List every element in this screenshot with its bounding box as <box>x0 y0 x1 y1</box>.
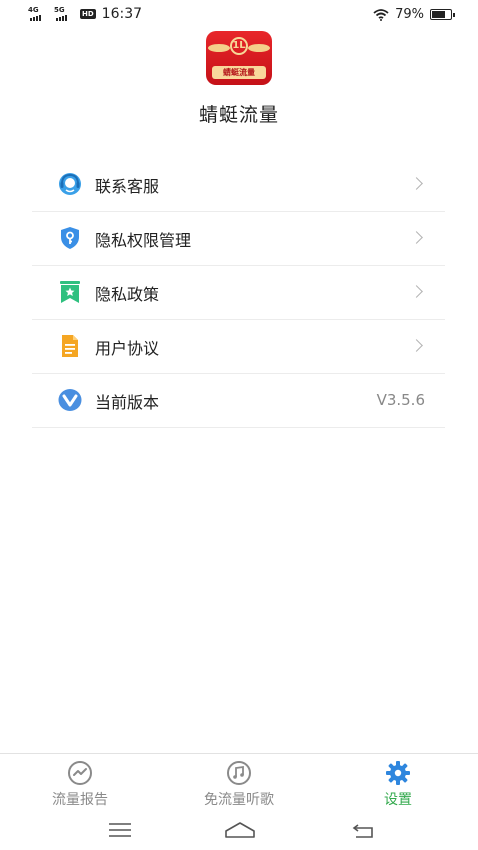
menu-item-current-version[interactable]: 当前版本 V3.5.6 <box>32 374 445 428</box>
logo-text: 蜻蜓流量 <box>212 66 266 79</box>
app-name: 蜻蜓流量 <box>198 104 279 126</box>
system-nav-bar <box>0 813 478 850</box>
menu-item-privacy-policy[interactable]: 隐私政策 <box>32 266 445 320</box>
back-icon[interactable] <box>350 819 378 841</box>
menu-item-label: 联系客服 <box>95 177 160 196</box>
battery-fill <box>432 11 445 18</box>
chevron-right-icon <box>410 339 423 352</box>
wifi-icon <box>373 8 389 21</box>
hd-badge: HD <box>80 9 96 19</box>
bookmark-star-icon <box>60 281 80 303</box>
settings-list: 联系客服 隐私权限管理 隐私政策 用户协议 当前版本 V3.5.6 <box>32 158 445 428</box>
status-time: 16:37 <box>101 6 143 22</box>
chart-circle-icon <box>68 761 92 785</box>
signal-4g-icon: 4G <box>28 6 50 21</box>
shield-key-icon <box>61 227 79 249</box>
chevron-right-icon <box>410 177 423 190</box>
logo-wing-left <box>208 44 230 52</box>
network-type-1: 4G <box>28 6 39 14</box>
logo-emblem: 1L <box>230 37 248 55</box>
tab-traffic-report[interactable]: 流量报告 <box>0 760 160 809</box>
status-bar: 4G 5G HD 16:37 79% <box>0 0 478 30</box>
logo-wing-right <box>248 44 270 52</box>
chevron-right-icon <box>410 285 423 298</box>
headset-icon <box>59 173 81 195</box>
chevron-right-icon <box>410 231 423 244</box>
status-left: 4G 5G HD 16:37 <box>28 6 142 22</box>
menu-lines-icon[interactable] <box>106 819 134 841</box>
menu-item-label: 用户协议 <box>95 339 160 358</box>
app-logo: 1L 蜻蜓流量 <box>206 31 272 85</box>
version-v-icon <box>58 389 82 411</box>
gear-icon <box>386 761 410 785</box>
menu-item-user-agreement[interactable]: 用户协议 <box>32 320 445 374</box>
version-value: V3.5.6 <box>376 391 425 409</box>
tab-label: 免流量听歌 <box>204 792 274 808</box>
document-icon <box>62 335 78 357</box>
network-type-2: 5G <box>54 6 65 14</box>
home-icon[interactable] <box>224 819 256 841</box>
tab-settings[interactable]: 设置 <box>318 760 478 809</box>
status-right: 79% <box>373 7 455 22</box>
bottom-nav: 流量报告 免流量听歌 设置 <box>0 753 478 814</box>
signal-5g-icon: 5G <box>54 6 76 21</box>
tab-label: 流量报告 <box>52 792 108 808</box>
menu-item-contact-support[interactable]: 联系客服 <box>32 158 445 212</box>
tab-label: 设置 <box>384 792 412 808</box>
menu-item-label: 隐私政策 <box>95 285 160 304</box>
menu-item-privacy-permissions[interactable]: 隐私权限管理 <box>32 212 445 266</box>
menu-item-label: 隐私权限管理 <box>95 231 192 250</box>
tab-free-music[interactable]: 免流量听歌 <box>159 760 319 809</box>
music-note-icon <box>227 761 251 785</box>
menu-item-label: 当前版本 <box>95 393 160 412</box>
battery-icon <box>430 9 455 20</box>
battery-percent: 79% <box>395 7 424 22</box>
